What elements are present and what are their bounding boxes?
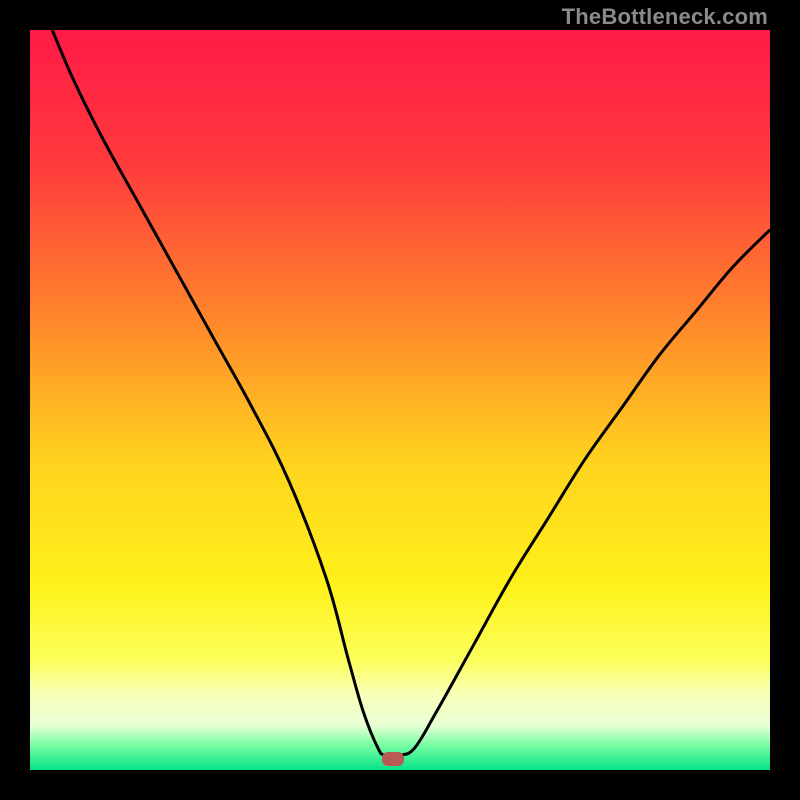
watermark-text: TheBottleneck.com bbox=[562, 4, 768, 30]
plot-area bbox=[30, 30, 770, 770]
optimum-marker bbox=[382, 752, 404, 766]
bottleneck-curve bbox=[30, 30, 770, 770]
chart-frame: TheBottleneck.com bbox=[0, 0, 800, 800]
